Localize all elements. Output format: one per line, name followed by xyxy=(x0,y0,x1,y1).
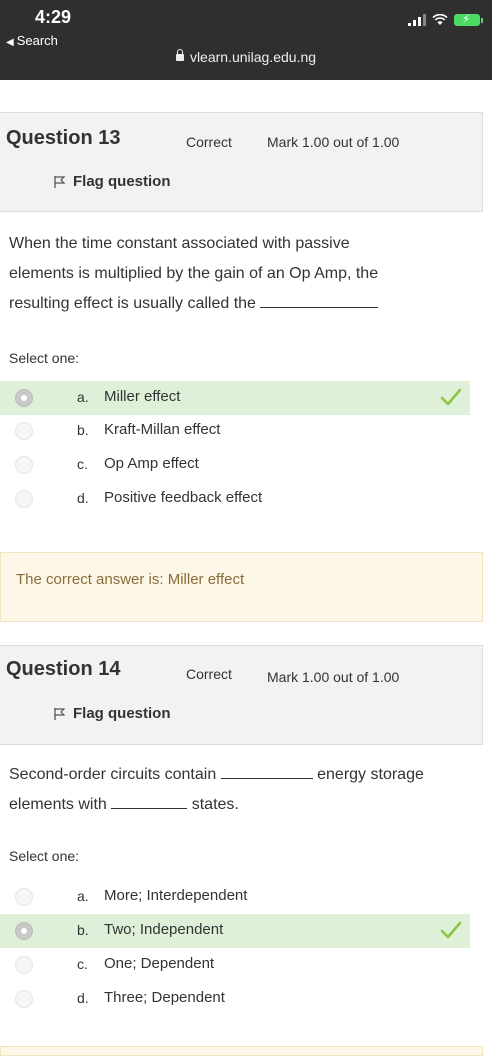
option-letter: a. xyxy=(77,888,89,904)
radio-button[interactable] xyxy=(15,456,33,474)
flag-question-link[interactable]: Flag question xyxy=(53,173,171,190)
option-text: Kraft-Millan effect xyxy=(104,421,221,438)
answer-option[interactable]: a. More; Interdependent xyxy=(0,880,470,914)
option-letter: a. xyxy=(77,389,89,405)
radio-button[interactable] xyxy=(15,389,33,407)
question-text: Second-order circuits contain energy sto… xyxy=(9,760,424,820)
option-letter: b. xyxy=(77,422,89,438)
question-text-part: states. xyxy=(191,796,239,813)
answer-option[interactable]: d. Positive feedback effect xyxy=(0,482,470,516)
lock-icon xyxy=(175,49,184,61)
question-state: Correct xyxy=(186,134,232,150)
question-state: Correct xyxy=(186,666,232,682)
back-to-search-button[interactable]: ◀ Search xyxy=(6,33,58,48)
address-bar[interactable]: vlearn.unilag.edu.ng xyxy=(0,49,492,65)
select-one-label: Select one: xyxy=(9,848,80,864)
checkmark-icon xyxy=(440,921,462,939)
answer-option[interactable]: a. Miller effect xyxy=(0,381,470,415)
radio-button[interactable] xyxy=(15,888,33,906)
option-letter: d. xyxy=(77,990,89,1006)
flag-label: Flag question xyxy=(73,705,171,722)
back-label: Search xyxy=(16,33,58,48)
answer-option[interactable]: b. Two; Independent xyxy=(0,914,470,948)
status-bar: 4:29 ◀ Search ⚡ vlearn.unilag.edu.ng xyxy=(0,0,492,80)
answer-blank xyxy=(260,293,379,308)
option-text: Miller effect xyxy=(104,388,181,405)
option-text: Positive feedback effect xyxy=(104,489,263,506)
flag-label: Flag question xyxy=(73,173,171,190)
correct-answer-feedback xyxy=(0,1046,483,1056)
option-text: Three; Dependent xyxy=(104,989,225,1006)
url-text: vlearn.unilag.edu.ng xyxy=(189,49,317,65)
radio-button[interactable] xyxy=(15,956,33,974)
question-text-part: energy storage xyxy=(317,766,424,783)
radio-button[interactable] xyxy=(15,990,33,1008)
question-number: Question 14 xyxy=(6,658,121,680)
option-letter: c. xyxy=(77,456,88,472)
checkmark-icon xyxy=(440,388,462,406)
flag-icon xyxy=(54,708,66,720)
answer-option[interactable]: b. Kraft-Millan effect xyxy=(0,414,470,448)
question-info: Question 14 Correct Mark 1.00 out of 1.0… xyxy=(0,645,483,745)
option-text: One; Dependent xyxy=(104,955,215,972)
select-one-label: Select one: xyxy=(9,350,80,366)
question-text-part: Second-order circuits contain xyxy=(9,766,217,783)
radio-button[interactable] xyxy=(15,422,33,440)
question-number: Question 13 xyxy=(6,127,121,149)
correct-answer-feedback: The correct answer is: Miller effect xyxy=(0,552,483,622)
question-text-line: When the time constant associated with p… xyxy=(9,235,350,252)
question-text-part: elements with xyxy=(9,796,107,813)
radio-button[interactable] xyxy=(15,490,33,508)
option-text: Op Amp effect xyxy=(104,455,199,472)
option-text: Two; Independent xyxy=(104,921,224,938)
flag-question-link[interactable]: Flag question xyxy=(53,705,171,722)
option-letter: b. xyxy=(77,922,89,938)
wifi-icon xyxy=(432,14,448,25)
answer-blank xyxy=(111,794,188,809)
feedback-text: The correct answer is: Miller effect xyxy=(16,571,245,588)
question-text: When the time constant associated with p… xyxy=(9,229,379,319)
option-letter: d. xyxy=(77,490,89,506)
option-text: More; Interdependent xyxy=(104,887,248,904)
battery-icon: ⚡ xyxy=(454,12,483,26)
back-arrow-icon: ◀ xyxy=(6,37,14,48)
answer-option[interactable]: c. Op Amp effect xyxy=(0,448,470,482)
answer-option[interactable]: c. One; Dependent xyxy=(0,948,470,982)
flag-icon xyxy=(54,176,66,188)
answer-option[interactable]: d. Three; Dependent xyxy=(0,982,470,1016)
question-text-line: resulting effect is usually called the xyxy=(9,295,256,312)
question-mark: Mark 1.00 out of 1.00 xyxy=(267,669,400,685)
option-letter: c. xyxy=(77,956,88,972)
question-info: Question 13 Correct Mark 1.00 out of 1.0… xyxy=(0,112,483,212)
question-text-line: elements is multiplied by the gain of an… xyxy=(9,265,379,282)
question-mark: Mark 1.00 out of 1.00 xyxy=(267,134,400,150)
signal-icon xyxy=(408,14,426,26)
status-icons: ⚡ xyxy=(408,12,483,26)
clock: 4:29 xyxy=(35,7,72,27)
radio-button[interactable] xyxy=(15,922,33,940)
answer-blank xyxy=(220,764,313,779)
